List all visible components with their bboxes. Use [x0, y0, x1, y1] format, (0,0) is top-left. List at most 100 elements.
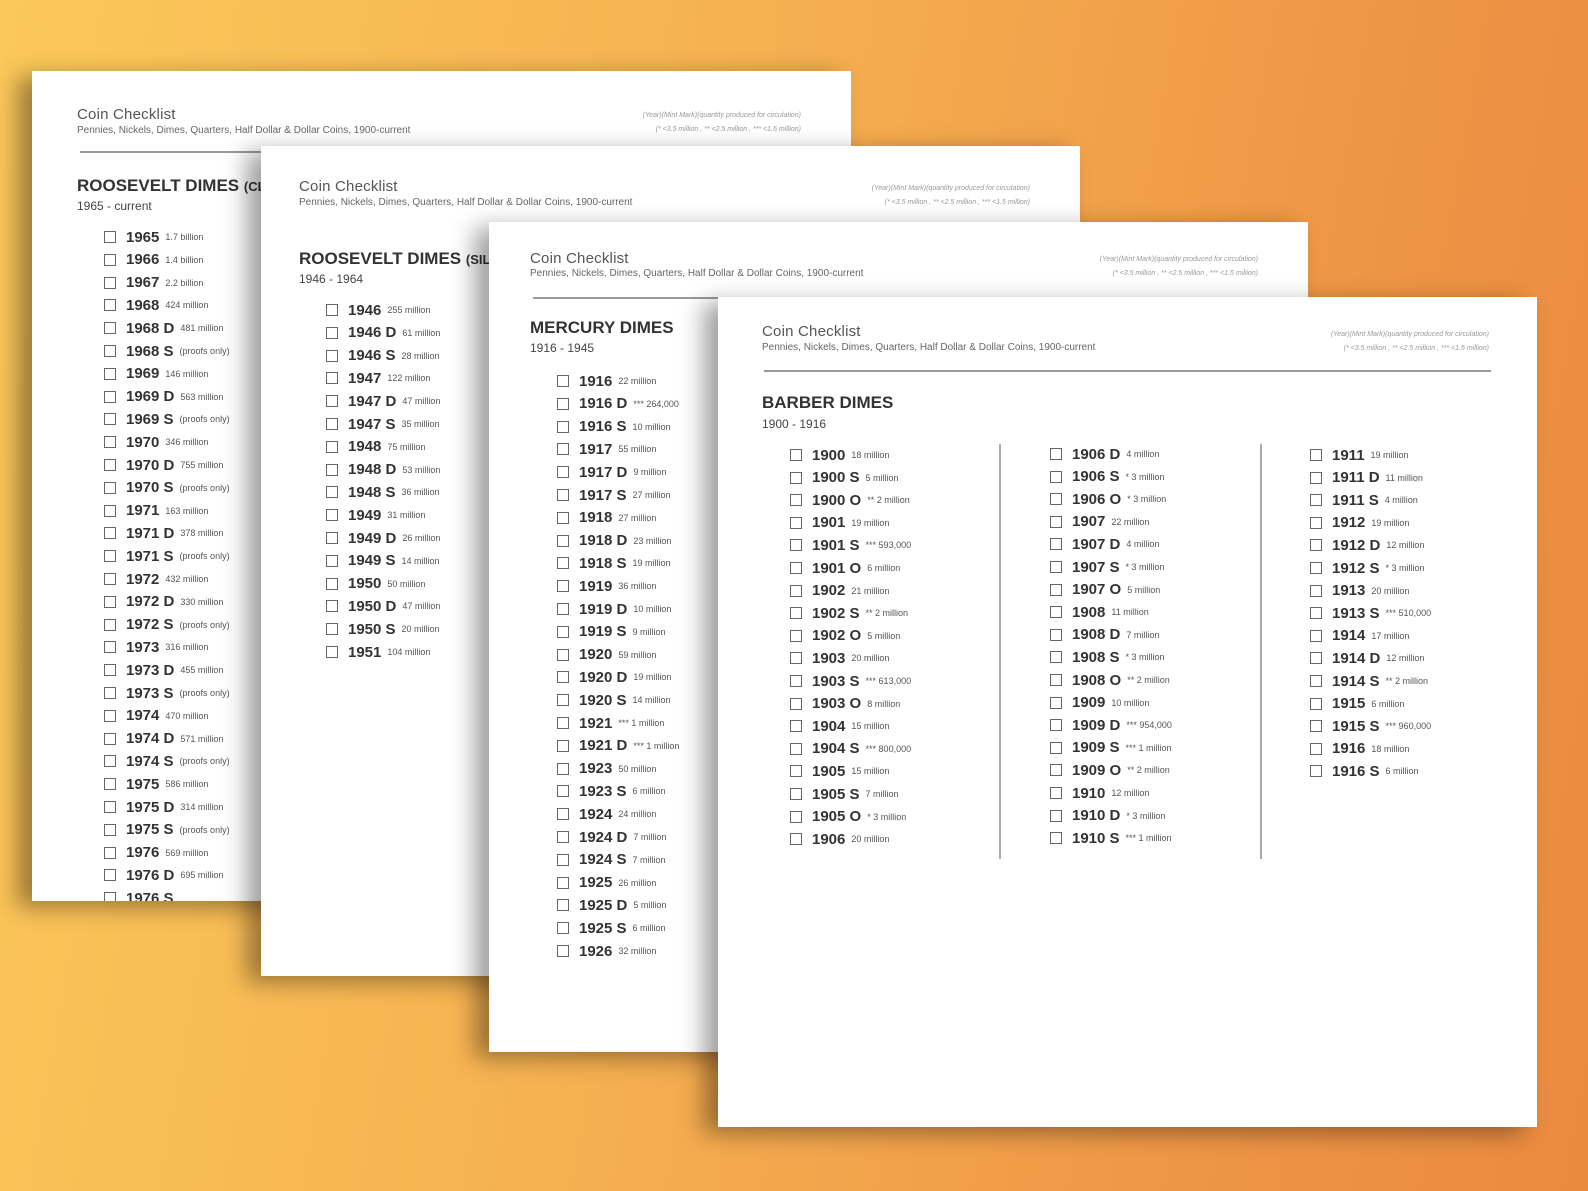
checkbox[interactable] [1310, 494, 1322, 507]
checkbox[interactable] [1050, 583, 1062, 596]
checkbox[interactable] [1050, 764, 1062, 777]
checkbox[interactable] [104, 322, 116, 335]
checkbox[interactable] [104, 869, 116, 882]
checkbox[interactable] [557, 922, 569, 935]
checkbox[interactable] [1310, 562, 1322, 574]
checkbox[interactable] [104, 823, 116, 836]
checkbox[interactable] [1310, 697, 1322, 710]
checkbox[interactable] [104, 413, 116, 426]
checkbox[interactable] [104, 231, 116, 243]
checkbox[interactable] [104, 664, 116, 677]
checkbox[interactable] [104, 253, 116, 266]
checkbox[interactable] [790, 449, 802, 461]
checkbox[interactable] [326, 577, 338, 590]
checkbox[interactable] [326, 486, 338, 499]
checkbox[interactable] [557, 466, 569, 479]
checkbox[interactable] [790, 539, 802, 552]
checkbox[interactable] [557, 534, 569, 547]
checkbox[interactable] [1050, 809, 1062, 822]
checkbox[interactable] [1310, 652, 1322, 665]
checkbox[interactable] [557, 671, 569, 684]
checkbox[interactable] [557, 762, 569, 775]
checkbox[interactable] [790, 562, 802, 574]
checkbox[interactable] [104, 778, 116, 791]
checkbox[interactable] [104, 481, 116, 494]
checkbox[interactable] [790, 584, 802, 597]
checkbox[interactable] [326, 554, 338, 567]
checkbox[interactable] [1310, 720, 1322, 733]
checkbox[interactable] [557, 694, 569, 707]
checkbox[interactable] [1050, 696, 1062, 709]
checkbox[interactable] [557, 717, 569, 729]
checkbox[interactable] [557, 899, 569, 912]
checkbox[interactable] [557, 831, 569, 843]
checkbox[interactable] [557, 580, 569, 593]
checkbox[interactable] [104, 527, 116, 540]
checkbox[interactable] [557, 603, 569, 615]
checkbox[interactable] [104, 801, 116, 813]
checkbox[interactable] [104, 595, 116, 608]
checkbox[interactable] [1050, 470, 1062, 483]
checkbox[interactable] [104, 276, 116, 289]
checkbox[interactable] [1050, 493, 1062, 506]
checkbox[interactable] [1310, 539, 1322, 552]
checkbox[interactable] [104, 846, 116, 859]
checkbox[interactable] [790, 742, 802, 755]
checkbox[interactable] [790, 652, 802, 665]
checkbox[interactable] [557, 375, 569, 387]
checkbox[interactable] [1050, 628, 1062, 641]
checkbox[interactable] [557, 557, 569, 570]
checkbox[interactable] [1310, 742, 1322, 755]
checkbox[interactable] [104, 573, 116, 585]
checkbox[interactable] [557, 808, 569, 821]
checkbox[interactable] [790, 494, 802, 507]
checkbox[interactable] [1310, 449, 1322, 461]
checkbox[interactable] [790, 810, 802, 823]
checkbox[interactable] [326, 326, 338, 339]
checkbox[interactable] [326, 395, 338, 408]
checkbox[interactable] [326, 646, 338, 658]
checkbox[interactable] [326, 418, 338, 430]
checkbox[interactable] [790, 697, 802, 710]
checkbox[interactable] [790, 629, 802, 642]
checkbox[interactable] [104, 892, 116, 901]
checkbox[interactable] [1050, 515, 1062, 528]
checkbox[interactable] [557, 489, 569, 501]
checkbox[interactable] [326, 623, 338, 636]
checkbox[interactable] [1050, 538, 1062, 551]
checkbox[interactable] [104, 709, 116, 722]
checkbox[interactable] [326, 372, 338, 385]
checkbox[interactable] [1310, 629, 1322, 642]
checkbox[interactable] [1050, 651, 1062, 664]
checkbox[interactable] [557, 785, 569, 798]
checkbox[interactable] [104, 732, 116, 745]
checkbox[interactable] [326, 532, 338, 544]
checkbox[interactable] [104, 755, 116, 768]
checkbox[interactable] [1310, 765, 1322, 778]
checkbox[interactable] [1050, 674, 1062, 686]
checkbox[interactable] [557, 876, 569, 889]
checkbox[interactable] [326, 509, 338, 522]
checkbox[interactable] [104, 436, 116, 449]
checkbox[interactable] [790, 765, 802, 778]
checkbox[interactable] [790, 788, 802, 800]
checkbox[interactable] [557, 397, 569, 410]
checkbox[interactable] [326, 463, 338, 476]
checkbox[interactable] [790, 607, 802, 620]
checkbox[interactable] [790, 833, 802, 846]
checkbox[interactable] [1050, 606, 1062, 619]
checkbox[interactable] [790, 675, 802, 687]
checkbox[interactable] [1310, 675, 1322, 687]
checkbox[interactable] [790, 516, 802, 529]
checkbox[interactable] [557, 853, 569, 866]
checkbox[interactable] [104, 367, 116, 380]
checkbox[interactable] [1050, 561, 1062, 573]
checkbox[interactable] [326, 600, 338, 613]
checkbox[interactable] [104, 618, 116, 631]
checkbox[interactable] [1050, 832, 1062, 845]
checkbox[interactable] [790, 720, 802, 733]
checkbox[interactable] [104, 687, 116, 699]
checkbox[interactable] [790, 471, 802, 484]
checkbox[interactable] [557, 443, 569, 456]
checkbox[interactable] [104, 299, 116, 312]
